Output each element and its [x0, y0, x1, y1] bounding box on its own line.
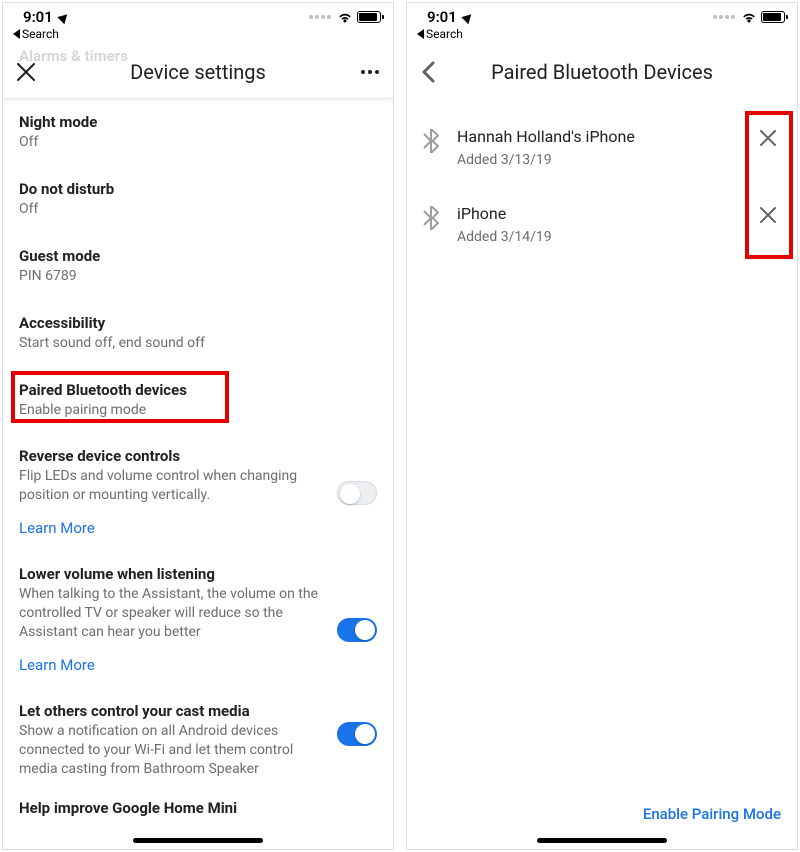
page-title: Paired Bluetooth Devices: [491, 60, 713, 84]
toggle-lower-volume[interactable]: [337, 618, 377, 642]
phone-left: 9:01 Search Alarms & timers Device setti…: [2, 2, 394, 850]
enable-pairing-button[interactable]: Enable Pairing Mode: [643, 805, 781, 823]
device-name: Hannah Holland's iPhone: [457, 127, 741, 146]
row-reverse-controls[interactable]: Reverse device controls Flip LEDs and vo…: [3, 433, 393, 519]
row-title: Let others control your cast media: [19, 702, 327, 720]
row-lower-volume[interactable]: Lower volume when listening When talking…: [3, 551, 393, 656]
page-title: Device settings: [130, 60, 266, 84]
device-added-date: Added 3/13/19: [457, 152, 741, 168]
row-sub: PIN 6789: [19, 267, 377, 286]
home-indicator[interactable]: [133, 838, 263, 843]
back-search-label: Search: [426, 27, 463, 41]
row-sub: Off: [19, 200, 377, 219]
device-added-date: Added 3/14/19: [457, 229, 741, 245]
status-time: 9:01: [427, 8, 457, 26]
row-sub: When talking to the Assistant, the volum…: [19, 585, 327, 642]
more-icon: [361, 70, 379, 74]
row-accessibility[interactable]: Accessibility Start sound off, end sound…: [3, 300, 393, 367]
row-sub: Show a notification on all Android devic…: [19, 722, 327, 779]
annotation-highlight-left: [11, 371, 229, 423]
header: Paired Bluetooth Devices: [407, 45, 797, 99]
back-triangle-icon: [13, 29, 20, 39]
row-cast-control[interactable]: Let others control your cast media Show …: [3, 688, 393, 793]
row-title: Reverse device controls: [19, 447, 327, 465]
wifi-icon: [741, 11, 757, 23]
toggle-cast-control[interactable]: [337, 722, 377, 746]
back-triangle-icon: [417, 29, 424, 39]
row-title: Night mode: [19, 113, 377, 131]
phone-right: 9:01 Search Paired Bluetooth Devices: [406, 2, 798, 850]
row-sub: Off: [19, 133, 377, 152]
row-title: Lower volume when listening: [19, 565, 327, 583]
battery-icon: [761, 11, 785, 23]
back-to-search[interactable]: Search: [3, 27, 393, 45]
paired-device-row[interactable]: Hannah Holland's iPhone Added 3/13/19: [407, 107, 797, 184]
row-do-not-disturb[interactable]: Do not disturb Off: [3, 166, 393, 233]
row-title: Help improve Google Home Mini: [19, 799, 377, 817]
location-icon: [57, 10, 70, 23]
row-title: Do not disturb: [19, 180, 377, 198]
settings-list: Night mode Off Do not disturb Off Guest …: [3, 99, 393, 833]
bluetooth-icon: [423, 129, 443, 153]
status-time: 9:01: [23, 8, 53, 26]
paired-device-row[interactable]: iPhone Added 3/14/19: [407, 184, 797, 261]
toggle-reverse-controls[interactable]: [337, 481, 377, 505]
back-search-label: Search: [22, 27, 59, 41]
location-icon: [461, 10, 474, 23]
row-night-mode[interactable]: Night mode Off: [3, 99, 393, 166]
paired-devices-list: Hannah Holland's iPhone Added 3/13/19 iP…: [407, 99, 797, 269]
back-to-search[interactable]: Search: [407, 27, 797, 45]
device-name: iPhone: [457, 204, 741, 223]
close-button[interactable]: [17, 45, 35, 98]
cellular-icon: [309, 15, 331, 19]
row-sub: Flip LEDs and volume control when changi…: [19, 467, 327, 505]
back-button[interactable]: [421, 45, 435, 99]
row-sub: Start sound off, end sound off: [19, 334, 377, 353]
learn-more-reverse[interactable]: Learn More: [3, 519, 393, 551]
annotation-highlight-right: [745, 111, 793, 259]
home-indicator[interactable]: [537, 838, 667, 843]
learn-more-lower[interactable]: Learn More: [3, 656, 393, 688]
wifi-icon: [337, 11, 353, 23]
more-button[interactable]: [361, 45, 379, 98]
battery-icon: [357, 11, 381, 23]
row-title: Guest mode: [19, 247, 377, 265]
row-guest-mode[interactable]: Guest mode PIN 6789: [3, 233, 393, 300]
status-bar: 9:01: [407, 3, 797, 27]
row-help-improve[interactable]: Help improve Google Home Mini: [3, 793, 393, 833]
header: Device settings: [3, 45, 393, 99]
status-bar: 9:01: [3, 3, 393, 27]
bluetooth-icon: [423, 206, 443, 230]
cellular-icon: [713, 15, 735, 19]
row-title: Accessibility: [19, 314, 377, 332]
